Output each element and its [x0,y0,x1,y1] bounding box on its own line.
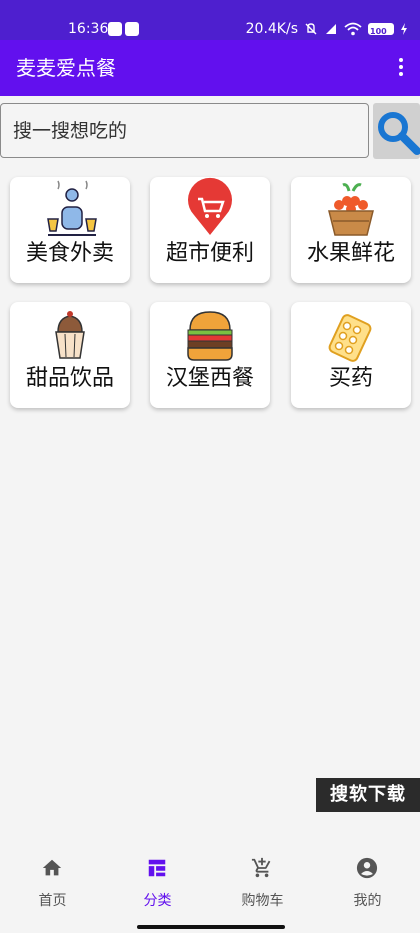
bottom-nav: 首页 分类 购物车 我的 [0,845,420,920]
category-burger[interactable]: 汉堡西餐 [150,302,270,408]
home-icon [42,859,62,876]
category-food-delivery[interactable]: 美食外卖 [10,177,130,283]
pill-pack-icon [328,314,372,362]
app-bar: 麦麦爱点餐 [0,40,420,96]
battery-level: 100 [370,27,387,36]
hamburger-icon [187,311,233,361]
category-label: 汉堡西餐 [165,366,254,391]
category-label: 水果鲜花 [306,241,395,266]
status-time: 16:36 [68,21,109,37]
category-supermarket[interactable]: 超市便利 [150,177,270,283]
app-title: 麦麦爱点餐 [16,56,116,80]
battery-icon: 100 [368,23,394,36]
status-right: 20.4K/s 100 [246,19,408,39]
status-bar: 16:36 20.4K/s 100 [0,0,420,40]
fruit-basket-icon [328,183,374,236]
search-input[interactable] [0,103,369,158]
category-label: 甜品饮品 [25,366,114,391]
category-dessert-drinks[interactable]: 甜品饮品 [10,302,130,408]
notification-icon [108,22,122,36]
search-button[interactable] [373,103,420,159]
nav-label: 分类 [143,893,172,909]
account-icon [356,857,378,879]
nav-item-mine[interactable]: 我的 [315,845,420,920]
nav-item-category[interactable]: 分类 [105,845,210,920]
home-indicator [137,925,285,929]
category-label: 美食外卖 [25,241,114,266]
notification-icon [125,22,139,36]
category-fruit-flower[interactable]: 水果鲜花 [291,177,411,283]
category-pharmacy[interactable]: 买药 [291,302,411,408]
signal-icon [326,24,336,34]
category-label: 超市便利 [165,241,254,266]
nav-label: 购物车 [241,893,284,909]
cart-add-icon [251,857,271,878]
nav-item-home[interactable]: 首页 [0,845,105,920]
mute-icon [305,23,317,35]
food-delivery-icon [47,180,97,236]
charging-icon [401,23,407,35]
search-icon [378,112,420,155]
more-vert-icon[interactable] [398,58,404,78]
network-speed: 20.4K/s [245,21,298,37]
wifi-icon [344,22,362,36]
cupcake-icon [55,311,85,359]
category-label: 买药 [328,366,373,391]
category-grid-icon [148,859,166,877]
nav-label: 我的 [353,893,382,909]
nav-label: 首页 [38,893,67,909]
nav-item-cart[interactable]: 购物车 [210,845,315,920]
shopping-cart-pin-icon [188,177,232,235]
watermark: 搜软下载 [316,778,420,812]
